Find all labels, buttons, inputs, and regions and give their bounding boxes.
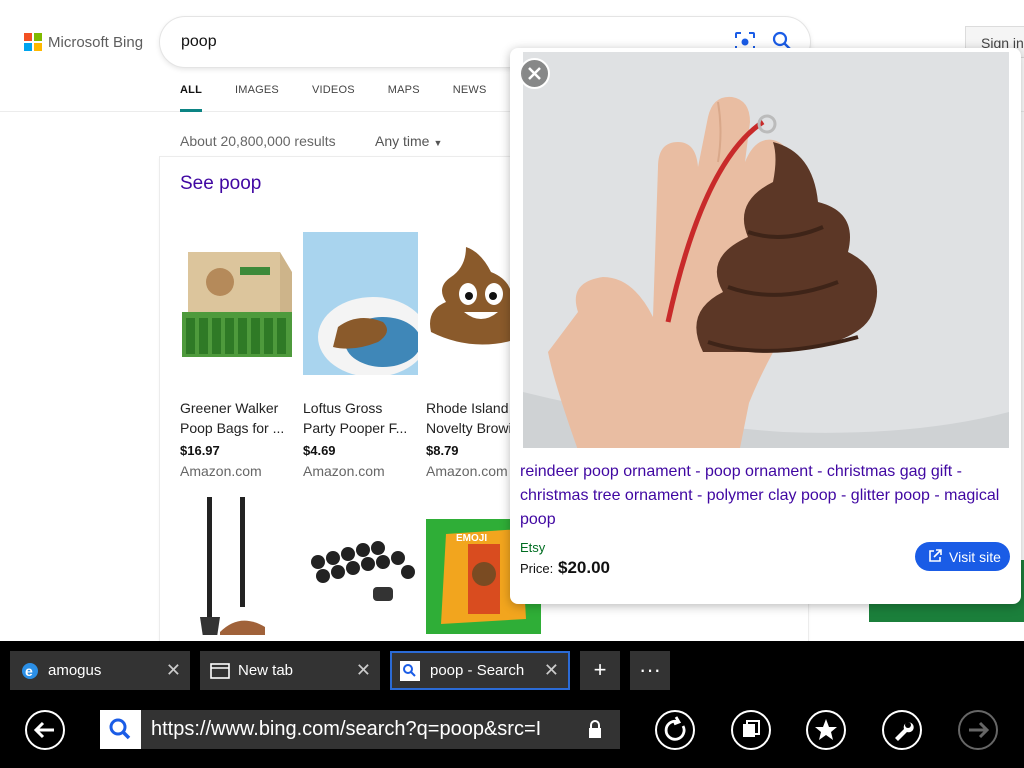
tab-label: New tab	[238, 662, 294, 679]
favorites-button[interactable]	[806, 710, 846, 750]
popup-price-label: Price:	[520, 561, 554, 576]
product-name-line2[interactable]: Party Pooper F...	[303, 418, 418, 438]
browser-address-bar: https://www.bing.com/search?q=poop&src=I	[0, 700, 1024, 768]
address-search-button[interactable]	[100, 710, 140, 749]
new-tab-button[interactable]: +	[580, 651, 620, 690]
forward-button[interactable]	[958, 710, 998, 750]
tabs-button[interactable]	[731, 710, 771, 750]
tab-label: poop - Search	[430, 662, 525, 679]
tab-maps[interactable]: MAPS	[388, 84, 420, 112]
product-image-toilet[interactable]	[303, 232, 418, 375]
visit-site-button[interactable]: Visit site	[915, 542, 1010, 571]
tab-images[interactable]: IMAGES	[235, 84, 279, 112]
url-text: https://www.bing.com/search?q=poop&src=I	[151, 718, 542, 740]
external-link-icon	[929, 549, 942, 562]
tabs-icon	[743, 720, 760, 737]
tab-options-button[interactable]: ···	[630, 651, 670, 690]
product-image-scooper[interactable]	[180, 492, 295, 635]
search-nav-tabs: ALL IMAGES VIDEOS MAPS NEWS	[180, 84, 520, 112]
search-icon	[109, 718, 131, 740]
browser-tab-new-tab[interactable]: New tab ✕	[200, 651, 380, 690]
svg-text:EMOJI: EMOJI	[456, 533, 487, 544]
wrench-icon	[895, 722, 914, 741]
product-image-dog-bags[interactable]	[180, 232, 295, 375]
tab-close-icon[interactable]: ✕	[356, 660, 371, 681]
product-name[interactable]: Greener Walker	[180, 398, 295, 418]
tab-label: amogus	[48, 662, 102, 679]
product-seller: Amazon.com	[303, 463, 385, 479]
tab-videos[interactable]: VIDEOS	[312, 84, 355, 112]
back-button[interactable]	[25, 710, 65, 750]
popup-seller[interactable]: Etsy	[520, 540, 545, 555]
product-name[interactable]: Loftus Gross	[303, 398, 418, 418]
ie-icon: e	[22, 663, 38, 679]
product-image-bag-rolls[interactable]	[303, 492, 418, 635]
url-input[interactable]: https://www.bing.com/search?q=poop&src=I	[141, 710, 620, 749]
bing-logo[interactable]: Microsoft Bing	[24, 33, 143, 51]
close-popup-button[interactable]	[519, 58, 550, 89]
refresh-icon	[664, 716, 686, 741]
logo-text: Microsoft Bing	[48, 33, 144, 51]
microsoft-logo-icon	[24, 33, 42, 51]
product-item[interactable]: Greener Walker Poop Bags for ... $16.97 …	[180, 232, 295, 479]
product-price: $4.69	[303, 443, 336, 458]
popup-product-title[interactable]: reindeer poop ornament - poop ornament -…	[520, 460, 1015, 532]
product-preview-popup: reindeer poop ornament - poop ornament -…	[510, 48, 1021, 604]
results-count: About 20,800,000 results	[180, 133, 336, 149]
lock-icon[interactable]	[586, 719, 604, 739]
svg-text:e: e	[25, 663, 33, 679]
star-icon	[815, 719, 837, 740]
product-name-line2[interactable]: Poop Bags for ...	[180, 418, 295, 438]
product-price: $16.97	[180, 443, 220, 458]
shopping-title[interactable]: See poop	[180, 173, 261, 195]
close-icon	[528, 67, 541, 80]
search-input[interactable]: poop	[181, 33, 217, 51]
new-tab-icon	[210, 663, 230, 679]
visit-site-label: Visit site	[949, 549, 1001, 565]
product-item[interactable]	[303, 492, 418, 635]
popup-price: $20.00	[558, 558, 610, 577]
arrow-right-icon	[969, 721, 990, 739]
product-item[interactable]: Loftus Gross Party Pooper F... $4.69 Ama…	[303, 232, 418, 479]
browser-tab-poop-search[interactable]: poop - Search ✕	[390, 651, 570, 690]
product-image-ornament[interactable]	[523, 52, 1009, 448]
tools-button[interactable]	[882, 710, 922, 750]
bing-search-icon	[400, 661, 420, 681]
tab-all[interactable]: ALL	[180, 84, 202, 112]
tab-close-icon[interactable]: ✕	[544, 660, 559, 681]
tab-news[interactable]: NEWS	[453, 84, 487, 112]
tab-close-icon[interactable]: ✕	[166, 660, 181, 681]
product-seller: Amazon.com	[180, 463, 262, 479]
screen: Microsoft Bing poop Sign in ALL IMAGES V…	[0, 0, 1024, 768]
browser-tab-bar: e amogus ✕ New tab ✕ poop - Search ✕ + ·…	[0, 641, 1024, 700]
time-filter-label: Any time	[375, 133, 430, 149]
browser-tab-amogus[interactable]: e amogus ✕	[10, 651, 190, 690]
refresh-button[interactable]	[655, 710, 695, 750]
product-item[interactable]	[180, 492, 295, 635]
time-filter-dropdown[interactable]: Any time ▼	[375, 133, 442, 149]
url-bar[interactable]: https://www.bing.com/search?q=poop&src=I	[100, 710, 620, 749]
caret-down-icon: ▼	[433, 138, 443, 148]
arrow-left-icon	[33, 721, 54, 739]
